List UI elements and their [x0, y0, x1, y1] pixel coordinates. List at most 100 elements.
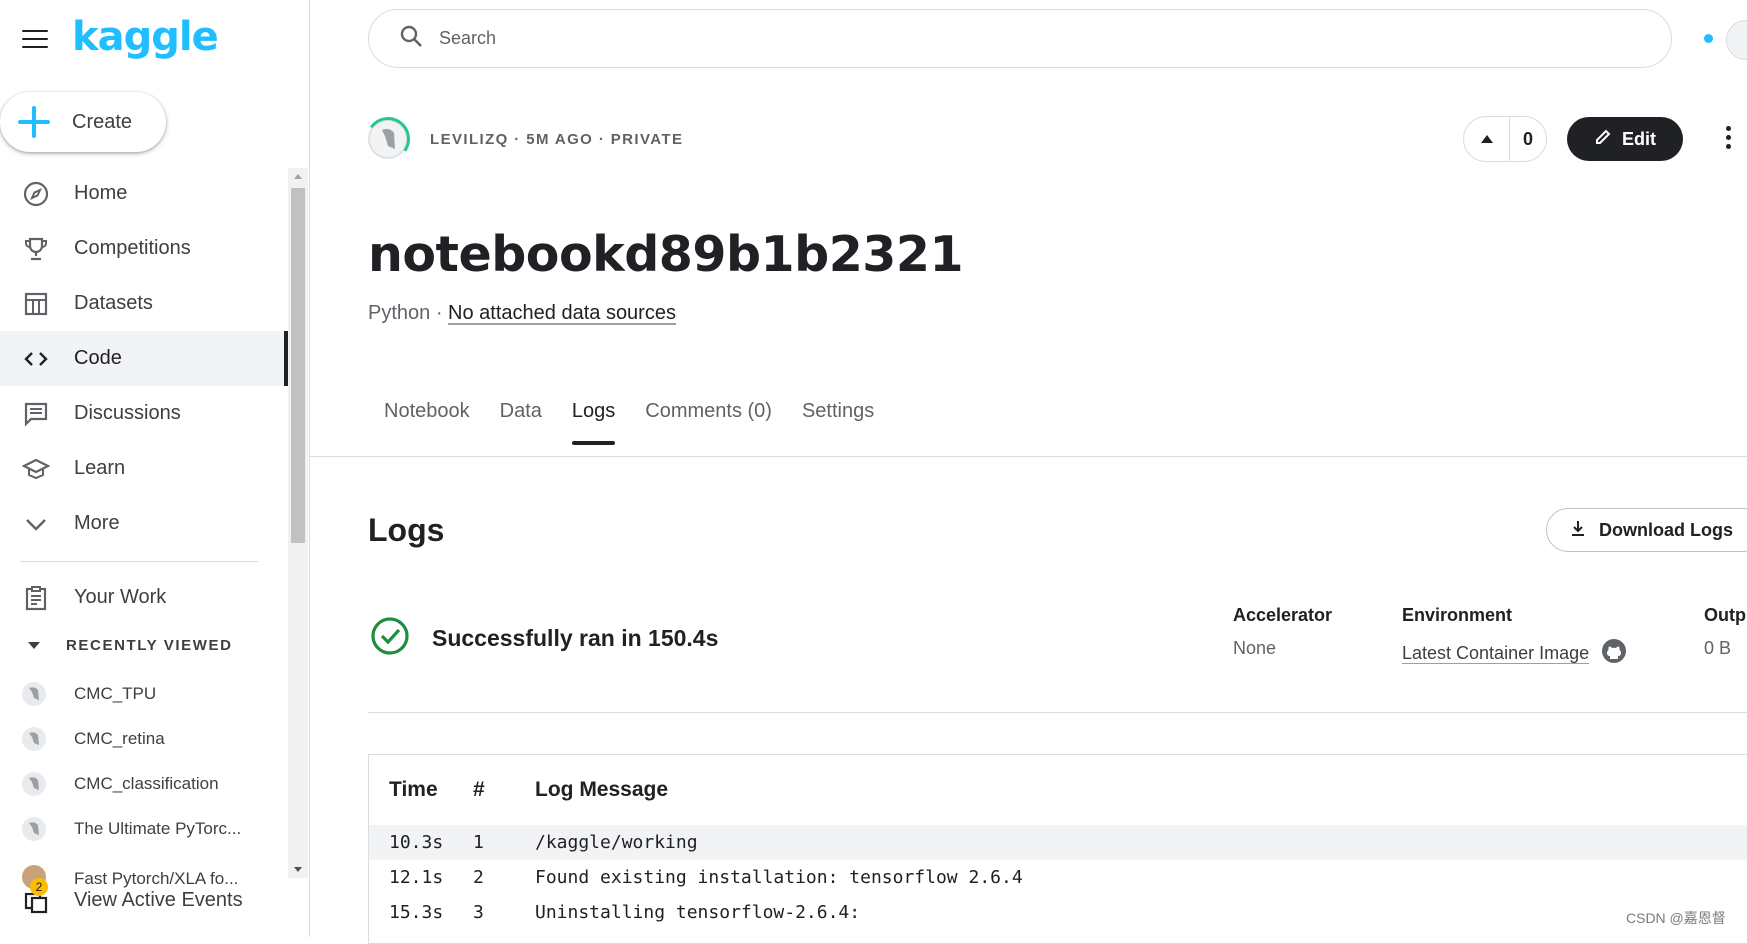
search-icon	[399, 24, 423, 53]
log-table: Time # Log Message 10.3s 1 /kaggle/worki…	[368, 754, 1747, 944]
recent-item-label: The Ultimate PyTorc...	[74, 818, 242, 838]
tab-notebook[interactable]: Notebook	[384, 400, 470, 443]
sidebar-item-more[interactable]: More	[0, 496, 288, 551]
tab-logs[interactable]: Logs	[571, 400, 616, 445]
status-divider	[368, 712, 1747, 713]
avatar	[22, 726, 46, 751]
column-log-message: Log Message	[535, 778, 669, 801]
sidebar-item-label: Home	[74, 182, 128, 204]
watermark: CSDN @嘉恩督	[1626, 910, 1726, 926]
sidebar-item-learn[interactable]: Learn	[0, 441, 288, 496]
events-icon: 2	[22, 878, 50, 914]
recent-item[interactable]: CMC_retina	[22, 716, 282, 761]
recent-item[interactable]: CMC_classification	[22, 761, 282, 806]
comments-icon	[22, 400, 50, 428]
view-active-events-label: View Active Events	[74, 888, 243, 911]
search-input[interactable]	[439, 28, 1539, 49]
environment-label: Environment	[1402, 605, 1513, 625]
caret-down-icon	[28, 642, 40, 649]
sidebar-scrollbar[interactable]	[288, 168, 308, 878]
data-sources-link[interactable]: No attached data sources	[448, 302, 676, 324]
plus-icon	[18, 106, 50, 138]
table-icon	[22, 290, 50, 318]
clipboard-icon	[22, 584, 50, 612]
sidebar-item-discussions[interactable]: Discussions	[0, 386, 288, 441]
create-label: Create	[72, 110, 133, 133]
log-message: Found existing installation: tensorflow …	[535, 867, 1023, 888]
recent-item[interactable]: Fast Pytorch/XLA fo...	[22, 851, 282, 889]
log-number: 1	[473, 832, 484, 853]
sidebar-divider	[20, 561, 258, 562]
sidebar-item-home[interactable]: Home	[0, 166, 288, 221]
code-icon	[22, 345, 50, 373]
run-status: Successfully ran in 150.4s	[370, 616, 718, 661]
edit-button[interactable]: Edit	[1567, 117, 1683, 161]
user-avatar[interactable]	[1726, 20, 1747, 60]
output-label: Outp	[1704, 605, 1746, 625]
sidebar-item-your-work[interactable]: Your Work	[0, 570, 288, 625]
sidebar: kaggle Create Home Competitions Datasets	[0, 0, 310, 937]
arrow-up-icon	[1480, 135, 1493, 143]
recent-item-label: CMC_retina	[74, 728, 165, 748]
trophy-icon	[22, 235, 50, 263]
environment-info: Environment Latest Container Image	[1402, 605, 1627, 669]
scroll-down-icon[interactable]	[294, 867, 302, 872]
recently-viewed-heading: RECENTLY VIEWED	[66, 637, 233, 654]
tab-comments[interactable]: Comments (0)	[645, 400, 772, 443]
edit-label: Edit	[1622, 128, 1656, 149]
log-number: 2	[473, 867, 484, 888]
sidebar-item-label: Competitions	[74, 237, 191, 259]
scrollbar-thumb[interactable]	[291, 188, 305, 543]
more-options-icon[interactable]	[1726, 126, 1734, 152]
accelerator-info: Accelerator None	[1233, 605, 1332, 659]
sidebar-nav: Home Competitions Datasets Code Discussi…	[0, 166, 288, 551]
sidebar-item-datasets[interactable]: Datasets	[0, 276, 288, 331]
environment-link[interactable]: Latest Container Image	[1402, 643, 1589, 664]
recent-list: CMC_TPU CMC_retina CMC_classification Th…	[22, 671, 282, 889]
chevron-down-icon	[22, 510, 50, 538]
notebook-subtitle: Python · No attached data sources	[368, 302, 676, 325]
view-active-events[interactable]: 2 View Active Events	[22, 878, 243, 914]
vote-widget: 0	[1463, 116, 1547, 162]
tab-settings[interactable]: Settings	[802, 400, 874, 443]
log-message: Uninstalling tensorflow-2.6.4:	[535, 902, 861, 923]
column-time: Time	[389, 778, 438, 801]
notebook-tabs: Notebook Data Logs Comments (0) Settings	[368, 400, 904, 445]
scroll-up-icon[interactable]	[294, 174, 302, 179]
log-message: /kaggle/working	[535, 832, 698, 853]
avatar	[22, 816, 46, 841]
author-avatar[interactable]	[362, 113, 414, 165]
github-icon[interactable]	[1601, 638, 1627, 669]
accelerator-label: Accelerator	[1233, 605, 1333, 625]
download-icon	[1569, 519, 1587, 542]
kaggle-logo[interactable]: kaggle	[72, 14, 219, 60]
notification-dot	[1704, 34, 1713, 43]
create-button[interactable]: Create	[0, 92, 166, 152]
recent-item[interactable]: CMC_TPU	[22, 671, 282, 716]
run-status-text: Successfully ran in 150.4s	[432, 625, 719, 651]
notebook-meta: LEVILIZQ · 5M AGO · PRIVATE	[362, 113, 683, 165]
tab-data[interactable]: Data	[500, 400, 542, 443]
notebook-title: notebookd89b1b2321	[368, 226, 964, 283]
search-bar[interactable]	[368, 9, 1672, 68]
download-logs-button[interactable]: Download Logs	[1546, 508, 1747, 552]
menu-icon[interactable]	[22, 30, 48, 50]
events-badge: 2	[30, 878, 48, 896]
logs-heading: Logs	[368, 512, 445, 548]
sidebar-item-label: More	[74, 512, 120, 534]
sidebar-item-label: Your Work	[74, 586, 167, 608]
sidebar-item-label: Datasets	[74, 292, 153, 314]
download-logs-label: Download Logs	[1599, 519, 1733, 540]
accelerator-value: None	[1233, 638, 1277, 658]
sidebar-item-code[interactable]: Code	[0, 331, 288, 386]
author-meta-text[interactable]: LEVILIZQ · 5M AGO · PRIVATE	[430, 131, 683, 148]
compass-icon	[22, 180, 50, 208]
sidebar-item-competitions[interactable]: Competitions	[0, 221, 288, 276]
recently-viewed-toggle[interactable]: RECENTLY VIEWED	[22, 637, 233, 654]
recent-item[interactable]: The Ultimate PyTorc...	[22, 806, 282, 851]
column-number: #	[473, 778, 485, 801]
upvote-button[interactable]	[1464, 117, 1510, 161]
log-number: 3	[473, 902, 484, 923]
check-circle-icon	[370, 616, 410, 661]
sidebar-item-label: Code	[74, 347, 122, 369]
